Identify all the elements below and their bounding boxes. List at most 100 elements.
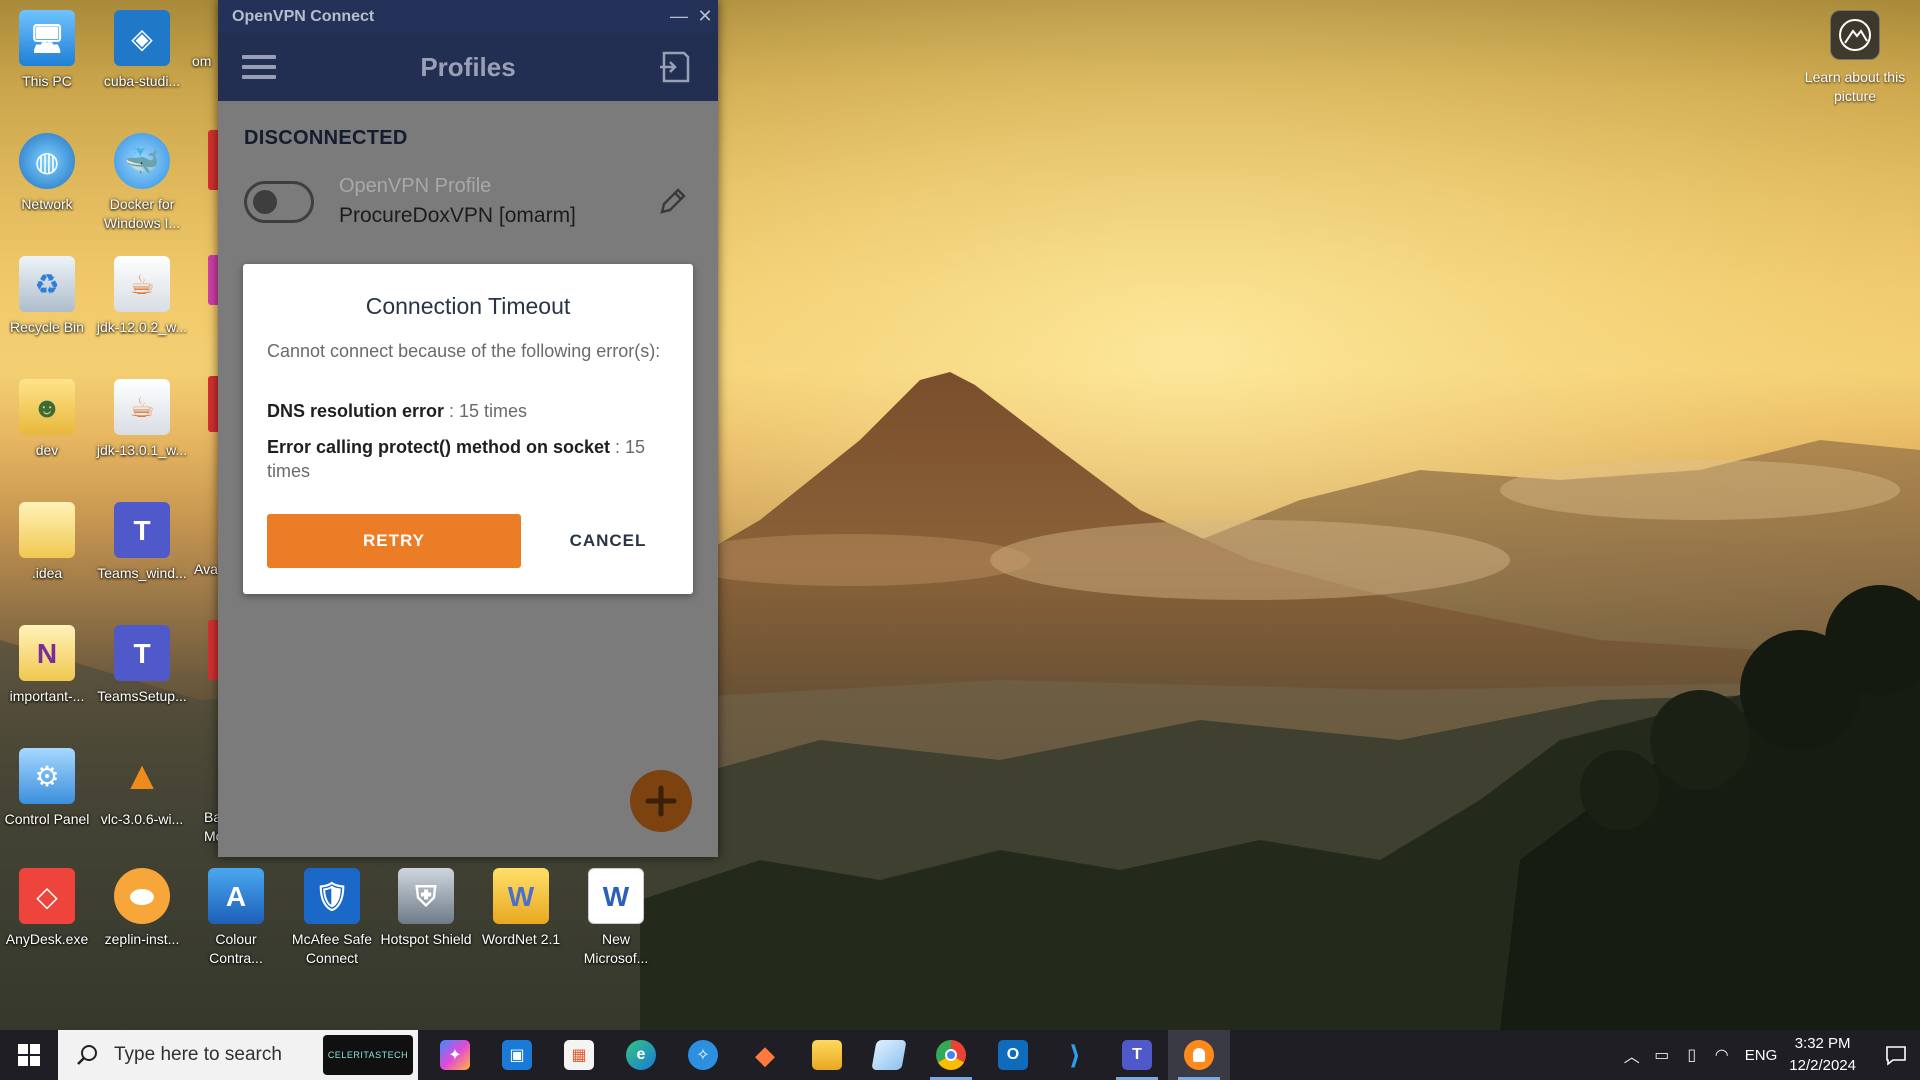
desktop-icon-label: zeplin-inst... bbox=[104, 931, 180, 947]
vlc-cone-icon: ▲ bbox=[122, 753, 162, 798]
taskbar-app-outlook[interactable]: O bbox=[982, 1030, 1044, 1080]
desktop-icon-word-document[interactable]: W New Microsof... bbox=[570, 868, 662, 968]
cancel-button[interactable]: CANCEL bbox=[553, 514, 663, 568]
desktop-icon-important[interactable]: N important-... bbox=[1, 625, 93, 706]
taskbar-app-copilot[interactable]: ✦ bbox=[424, 1030, 486, 1080]
taskbar-app-vscode[interactable]: ⟩ bbox=[1044, 1030, 1106, 1080]
copilot-icon: ✦ bbox=[440, 1040, 470, 1070]
search-highlight-badge[interactable]: CELERITASTECH bbox=[323, 1035, 413, 1075]
desktop-icon-hotspot-shield[interactable]: ⛨ Hotspot Shield bbox=[380, 868, 472, 949]
dialog-message: Cannot connect because of the following … bbox=[267, 341, 661, 361]
taskbar-app-chrome[interactable] bbox=[920, 1030, 982, 1080]
desktop-icon-recycle-bin[interactable]: ♻ Recycle Bin bbox=[1, 256, 93, 337]
folder-icon bbox=[19, 502, 75, 558]
task-view-icon: ▣ bbox=[502, 1040, 532, 1070]
desktop-icon-network[interactable]: ◍ Network bbox=[1, 133, 93, 214]
desktop-icon-anydesk[interactable]: ◇ AnyDesk.exe bbox=[1, 868, 93, 949]
chevron-up-icon[interactable]: ︿ bbox=[1617, 1043, 1647, 1067]
battery-icon[interactable]: ▯ bbox=[1677, 1045, 1707, 1065]
openvpn-window: OpenVPN Connect — ✕ Profiles DISCONNECTE… bbox=[218, 0, 718, 857]
desktop-icon-this-pc[interactable]: 🖥 This PC bbox=[1, 10, 93, 91]
learn-about-picture[interactable]: Learn about this picture bbox=[1800, 10, 1910, 106]
network-globe-icon: ◍ bbox=[19, 133, 75, 189]
clock-date: 12/2/2024 bbox=[1789, 1057, 1856, 1074]
user-folder-icon: ☻ bbox=[19, 379, 75, 435]
import-profile-icon[interactable] bbox=[658, 49, 692, 85]
clock-time: 3:32 PM bbox=[1794, 1035, 1851, 1052]
language-indicator[interactable]: ENG bbox=[1745, 1047, 1778, 1064]
desktop-icon-label: TeamsSetup... bbox=[97, 688, 187, 704]
chrome-icon bbox=[936, 1040, 966, 1070]
notification-icon bbox=[1886, 1046, 1906, 1066]
wifi-icon[interactable]: ◠ bbox=[1707, 1045, 1737, 1065]
desktop-icon-cuba-studio[interactable]: ◈ cuba-studi... bbox=[96, 10, 188, 91]
desktop-icon-docker[interactable]: 🐳 Docker for Windows I... bbox=[96, 133, 188, 233]
profile-name[interactable]: ProcureDoxVPN [omarm] bbox=[339, 204, 576, 228]
desktop-icon-label: This PC bbox=[22, 73, 72, 89]
taskbar-app-teams[interactable]: T bbox=[1106, 1030, 1168, 1080]
taskbar: Type here to search CELERITASTECH ✦ ▣ ▦ … bbox=[0, 1030, 1920, 1080]
error-name: DNS resolution error bbox=[267, 401, 445, 421]
desktop-icon-label: Docker for Windows I... bbox=[103, 196, 181, 231]
edit-pencil-icon[interactable] bbox=[656, 184, 690, 218]
taskbar-search[interactable]: Type here to search CELERITASTECH bbox=[58, 1030, 418, 1080]
store-icon: ▦ bbox=[564, 1040, 594, 1070]
desktop-icon-label: jdk-13.0.1_w... bbox=[96, 442, 188, 458]
note-icon bbox=[871, 1040, 907, 1070]
clock[interactable]: 3:32 PM 12/2/2024 bbox=[1789, 1033, 1856, 1077]
cuba-studio-icon: ◈ bbox=[114, 10, 170, 66]
connection-toggle[interactable] bbox=[244, 181, 314, 223]
desktop-icon-label: Network bbox=[21, 196, 73, 212]
recycle-bin-icon: ♻ bbox=[19, 256, 75, 312]
wordnet-icon: W bbox=[493, 868, 549, 924]
retry-button[interactable]: RETRY bbox=[267, 514, 521, 568]
word-document-icon: W bbox=[588, 868, 644, 924]
desktop-icon-label: cuba-studi... bbox=[103, 73, 181, 89]
taskbar-app-store[interactable]: ▦ bbox=[548, 1030, 610, 1080]
desktop-icon-label: important-... bbox=[9, 688, 85, 704]
window-titlebar[interactable]: OpenVPN Connect — ✕ bbox=[218, 0, 718, 33]
desktop-icon-wordnet[interactable]: W WordNet 2.1 bbox=[475, 868, 567, 949]
desktop-icon-label: vlc-3.0.6-wi... bbox=[100, 811, 184, 827]
desktop-icon-mcafee[interactable]: 🛡 McAfee Safe Connect bbox=[286, 868, 378, 968]
profiles-header: Profiles bbox=[218, 33, 718, 101]
zeplin-icon: ⬬ bbox=[114, 868, 170, 924]
desktop-icon-label: jdk-12.0.2_w... bbox=[96, 319, 188, 335]
desktop-icon-jdk-13[interactable]: ☕ jdk-13.0.1_w... bbox=[96, 379, 188, 460]
taskbar-app-edge[interactable]: e bbox=[610, 1030, 672, 1080]
taskbar-app-notes[interactable] bbox=[858, 1030, 920, 1080]
meet-now-icon[interactable]: ▭ bbox=[1647, 1045, 1677, 1065]
window-title: OpenVPN Connect bbox=[232, 7, 375, 25]
taskbar-app-git[interactable]: ◆ bbox=[734, 1030, 796, 1080]
taskbar-app-openvpn[interactable] bbox=[1168, 1030, 1230, 1080]
desktop-icon-jdk-12[interactable]: ☕ jdk-12.0.2_w... bbox=[96, 256, 188, 337]
close-button[interactable]: ✕ bbox=[692, 0, 718, 33]
desktop-icon-colour-contrast[interactable]: A Colour Contra... bbox=[190, 868, 282, 968]
desktop-icon-label: Hotspot Shield bbox=[380, 931, 472, 947]
add-profile-button[interactable] bbox=[630, 770, 692, 832]
openvpn-icon bbox=[1184, 1040, 1214, 1070]
git-diamond-icon: ◆ bbox=[755, 1039, 775, 1070]
start-button[interactable] bbox=[0, 1030, 58, 1080]
taskbar-app-safari[interactable]: ✧ bbox=[672, 1030, 734, 1080]
desktop-icon-vlc[interactable]: ▲ vlc-3.0.6-wi... bbox=[96, 748, 188, 829]
desktop-icon-control-panel[interactable]: ⚙ Control Panel bbox=[1, 748, 93, 829]
desktop-icon-teams-setup[interactable]: T TeamsSetup... bbox=[96, 625, 188, 706]
taskbar-app-task-view[interactable]: ▣ bbox=[486, 1030, 548, 1080]
search-placeholder: Type here to search bbox=[114, 1044, 282, 1065]
plus-icon bbox=[645, 785, 677, 817]
hamburger-menu-icon[interactable] bbox=[242, 55, 276, 79]
notification-center-button[interactable] bbox=[1872, 1044, 1920, 1066]
desktop-icon-teams-windows[interactable]: T Teams_wind... bbox=[96, 502, 188, 583]
taskbar-app-file-explorer[interactable] bbox=[796, 1030, 858, 1080]
desktop-icon-dev[interactable]: ☻ dev bbox=[1, 379, 93, 460]
desktop-icon-zeplin[interactable]: ⬬ zeplin-inst... bbox=[96, 868, 188, 949]
windows-logo-icon bbox=[18, 1044, 40, 1066]
profile-type-label: OpenVPN Profile bbox=[339, 175, 492, 197]
desktop-icon-label: WordNet 2.1 bbox=[481, 931, 561, 947]
toggle-knob bbox=[253, 190, 277, 214]
minimize-button[interactable]: — bbox=[666, 0, 692, 33]
desktop-icon-idea[interactable]: .idea bbox=[1, 502, 93, 583]
shield-icon: ⛨ bbox=[398, 868, 454, 924]
error-item: DNS resolution error : 15 times bbox=[267, 399, 667, 423]
